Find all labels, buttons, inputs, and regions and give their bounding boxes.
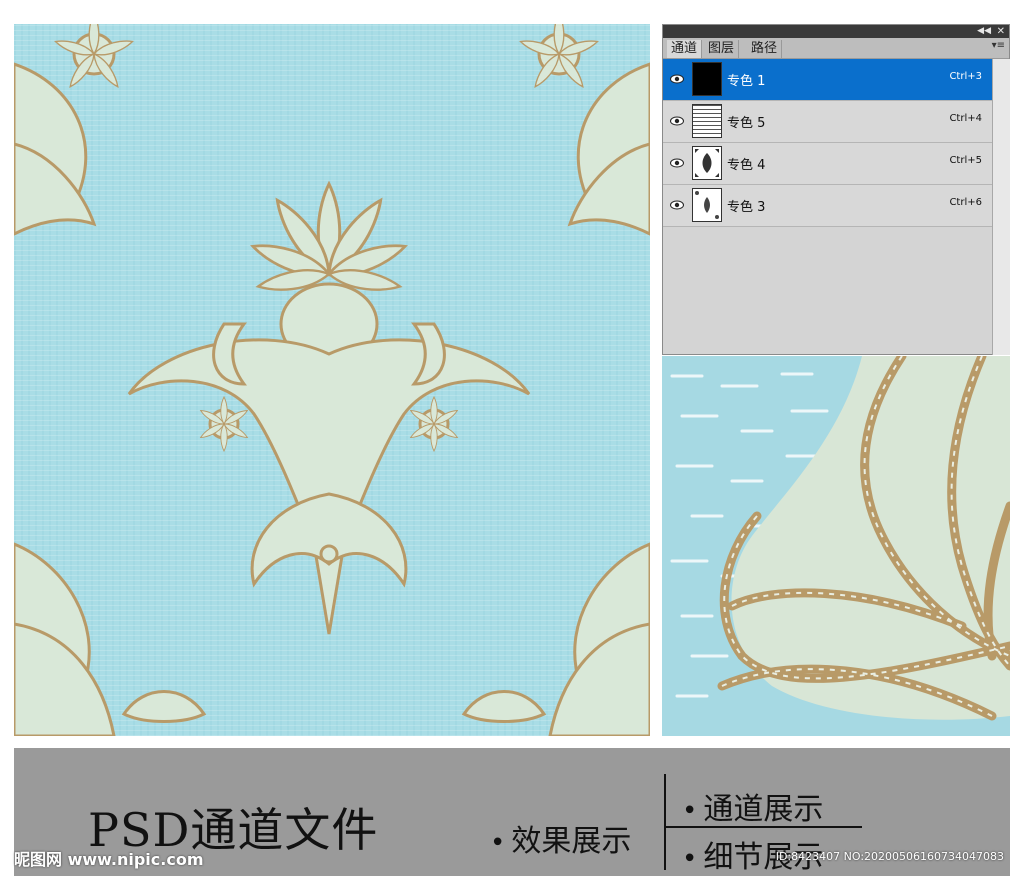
channel-name: 专色 5 [727,116,766,131]
close-icon[interactable]: ✕ [997,25,1005,38]
channel-shortcut: Ctrl+3 [949,71,982,82]
tab-paths[interactable]: 路径 [747,40,783,58]
channels-panel: ◀◀ ✕ 通道 图层 路径 ▾≡ 专色 1 Ctrl+3 专色 5 Ctrl+4 [662,24,1010,355]
eye-icon[interactable] [668,197,686,213]
watermark-id: ID:8423407 NO:20200506160734047083 [775,850,1004,863]
channel-name: 专色 4 [727,158,766,173]
detail-crop [662,356,1010,736]
channel-thumbnail [692,188,722,222]
channel-row[interactable]: 专色 3 Ctrl+6 [663,185,992,227]
pattern-preview [14,24,650,736]
channel-row[interactable]: 专色 4 Ctrl+5 [663,143,992,185]
tab-channels[interactable]: 通道 [667,40,703,58]
watermark-site: 昵图网 www.nipic.com [14,850,204,869]
effect-label: 效果展示 [511,824,632,859]
damask-ornament [14,24,650,736]
channel-shortcut: Ctrl+5 [949,155,982,166]
rope-detail [670,356,1010,721]
channel-thumbnail [692,146,722,180]
bullet-effect: • 效果展示 [490,824,632,859]
channel-name: 专色 1 [727,74,766,89]
channel-row[interactable]: 专色 5 Ctrl+4 [663,101,992,143]
eye-icon[interactable] [668,71,686,87]
channels-label: 通道展示 [703,792,824,827]
collapse-icon[interactable]: ◀◀ [977,25,991,38]
channel-name: 专色 3 [727,200,766,215]
channel-thumbnail [692,62,722,96]
panel-scrollbar[interactable] [992,59,1010,355]
panel-titlebar: ◀◀ ✕ [663,25,1009,38]
channel-shortcut: Ctrl+6 [949,197,982,208]
channel-thumbnail [692,104,722,138]
panel-menu-icon[interactable]: ▾≡ [992,40,1005,51]
channel-shortcut: Ctrl+4 [949,113,982,124]
tab-layers[interactable]: 图层 [704,40,740,58]
bullet-channels: • 通道展示 [682,792,824,827]
eye-icon[interactable] [668,155,686,171]
eye-icon[interactable] [668,113,686,129]
divider-vertical [664,774,666,870]
panel-tab-bar: 通道 图层 路径 ▾≡ [663,38,1009,59]
channel-row[interactable]: 专色 1 Ctrl+3 [663,59,992,101]
channel-list: 专色 1 Ctrl+3 专色 5 Ctrl+4 专色 4 Ctrl+5 专色 3… [663,59,992,227]
